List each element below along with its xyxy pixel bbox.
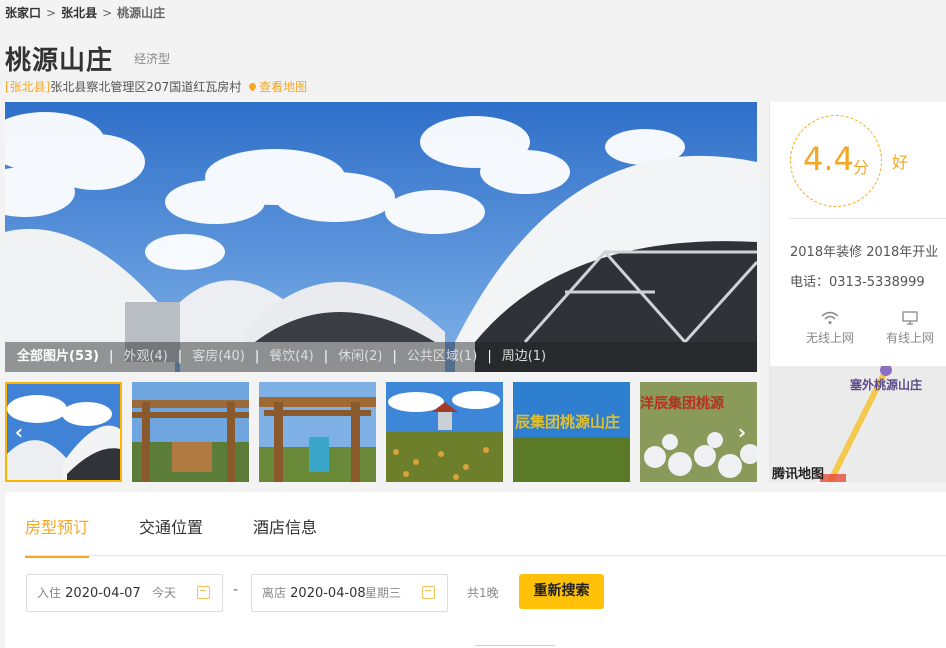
view-map-label: 查看地图 <box>259 80 308 94</box>
facility-wired: 有线上网 <box>880 307 940 346</box>
divider <box>790 218 946 219</box>
checkin-day: 今天 <box>151 586 176 600</box>
checkout-date: 2020-04-08 <box>290 586 366 601</box>
next-thumbnail-arrow[interactable]: › <box>733 422 751 442</box>
address-district[interactable]: [张北县] <box>5 80 50 94</box>
dome-tents-photo <box>5 102 757 372</box>
checkout-day: 星期三 <box>364 586 401 600</box>
thumbnail-image: 辰集团桃源山庄 <box>513 382 630 482</box>
rating-word: 好 <box>892 153 909 172</box>
calendar-icon <box>422 586 435 599</box>
checkout-date-field[interactable]: 离店 2020-04-08 星期三 <box>251 574 448 612</box>
prev-thumbnail-arrow[interactable]: ‹ <box>10 422 28 442</box>
hotel-summary-panel: 4.4 分 好 2018年装修 2018年开业 电话：0313-5338999 … <box>769 102 946 482</box>
rating-circle: 4.4 分 <box>790 115 882 207</box>
breadcrumb-current: 桃源山庄 <box>117 6 166 20</box>
tab-hotel-info[interactable]: 酒店信息 <box>253 514 317 558</box>
monitor-icon <box>880 307 940 329</box>
breadcrumb-separator: > <box>46 6 57 20</box>
checkout-label: 离店 <box>262 586 287 600</box>
calendar-icon <box>197 586 210 599</box>
thumbnail-strip: 辰集团桃源山庄 洋辰集团桃源 ‹ › <box>5 382 757 482</box>
map-place-label: 塞外桃源山庄 <box>850 378 923 392</box>
breadcrumb-separator: > <box>102 6 113 20</box>
photo-category-all[interactable]: 全部图片(53) <box>17 342 99 372</box>
renovation-opening-info: 2018年装修 2018年开业 <box>790 245 939 260</box>
hotel-title-row: 桃源山庄 经济型 <box>5 40 170 77</box>
facility-label: 有线上网 <box>885 331 934 345</box>
category-separator: | <box>254 349 260 364</box>
address-text: 张北县察北管理区207国道红瓦房村 <box>50 80 242 94</box>
thumbnail-3[interactable] <box>259 382 376 482</box>
map-pin-icon <box>247 81 258 92</box>
tab-underline <box>25 555 946 556</box>
photo-category-exterior[interactable]: 外观(4) <box>123 342 167 372</box>
tab-traffic-location[interactable]: 交通位置 <box>139 514 203 558</box>
category-separator: | <box>177 349 183 364</box>
photo-category-nearby[interactable]: 周边(1) <box>502 342 546 372</box>
wifi-icon <box>800 307 860 329</box>
hotel-name: 桃源山庄 <box>5 46 114 76</box>
category-separator: | <box>487 349 492 364</box>
breadcrumb-county[interactable]: 张北县 <box>61 6 97 20</box>
breadcrumb: 张家口 > 张北县 > 桃源山庄 <box>5 4 165 21</box>
mini-map[interactable]: 塞外桃源山庄 腾讯地图 <box>770 366 946 482</box>
category-separator: | <box>392 349 397 364</box>
view-map-link[interactable]: 查看地图 <box>247 80 308 94</box>
rating-unit: 分 <box>853 158 870 177</box>
checkin-date-field[interactable]: 入住 2020-04-07 今天 <box>26 574 223 612</box>
hotel-detail-page: 张家口 > 张北县 > 桃源山庄 桃源山庄 经济型 [张北县]张北县察北管理区207国道… <box>0 0 946 648</box>
thumbnail-image <box>259 382 376 482</box>
thumbnail-5[interactable]: 辰集团桃源山庄 <box>513 382 630 482</box>
facility-label: 无线上网 <box>805 331 854 345</box>
main-photo[interactable]: 全部图片(53) | 外观(4) | 客房(40) | 餐饮(4) | 休闲(2) | 公共区域(1… <box>5 102 757 372</box>
tab-room-booking[interactable]: 房型预订 <box>25 514 90 558</box>
re-search-button[interactable]: 重新搜索 <box>519 574 604 609</box>
checkin-label: 入住 <box>37 586 62 600</box>
category-separator: | <box>108 349 114 364</box>
date-range-dash: - <box>233 582 239 598</box>
breadcrumb-city[interactable]: 张家口 <box>5 6 41 20</box>
night-count: 共1晚 <box>467 586 499 600</box>
hotel-address: [张北县]张北县察北管理区207国道红瓦房村 查看地图 <box>5 78 307 95</box>
checkin-date: 2020-04-07 <box>65 586 141 601</box>
category-separator: | <box>323 349 329 364</box>
thumbnail-4[interactable] <box>386 382 503 482</box>
rating-score: 4.4 <box>803 140 854 178</box>
thumbnail-2[interactable] <box>132 382 249 482</box>
photo-category-bar: 全部图片(53) | 外观(4) | 客房(40) | 餐饮(4) | 休闲(2) | 公共区域(1… <box>5 342 757 372</box>
facility-wifi: 无线上网 <box>800 307 860 346</box>
photo-category-rooms[interactable]: 客房(40) <box>192 342 245 372</box>
thumbnail-sign: 辰集团桃源山庄 <box>515 413 620 431</box>
booking-panel: 房型预订 交通位置 酒店信息 入住 2020-04-07 今天 - 离店 202… <box>5 492 946 648</box>
photo-category-leisure[interactable]: 休闲(2) <box>338 342 382 372</box>
thumbnail-sign: 洋辰集团桃源 <box>640 395 724 412</box>
map-provider-logo: 腾讯地图 <box>772 467 825 482</box>
thumbnail-image <box>386 382 503 482</box>
photo-category-public[interactable]: 公共区域(1) <box>407 342 477 372</box>
hotel-grade: 经济型 <box>134 52 171 66</box>
photo-category-dining[interactable]: 餐饮(4) <box>269 342 313 372</box>
thumbnail-image <box>132 382 249 482</box>
hotel-phone: 电话：0313-5338999 <box>790 275 925 290</box>
